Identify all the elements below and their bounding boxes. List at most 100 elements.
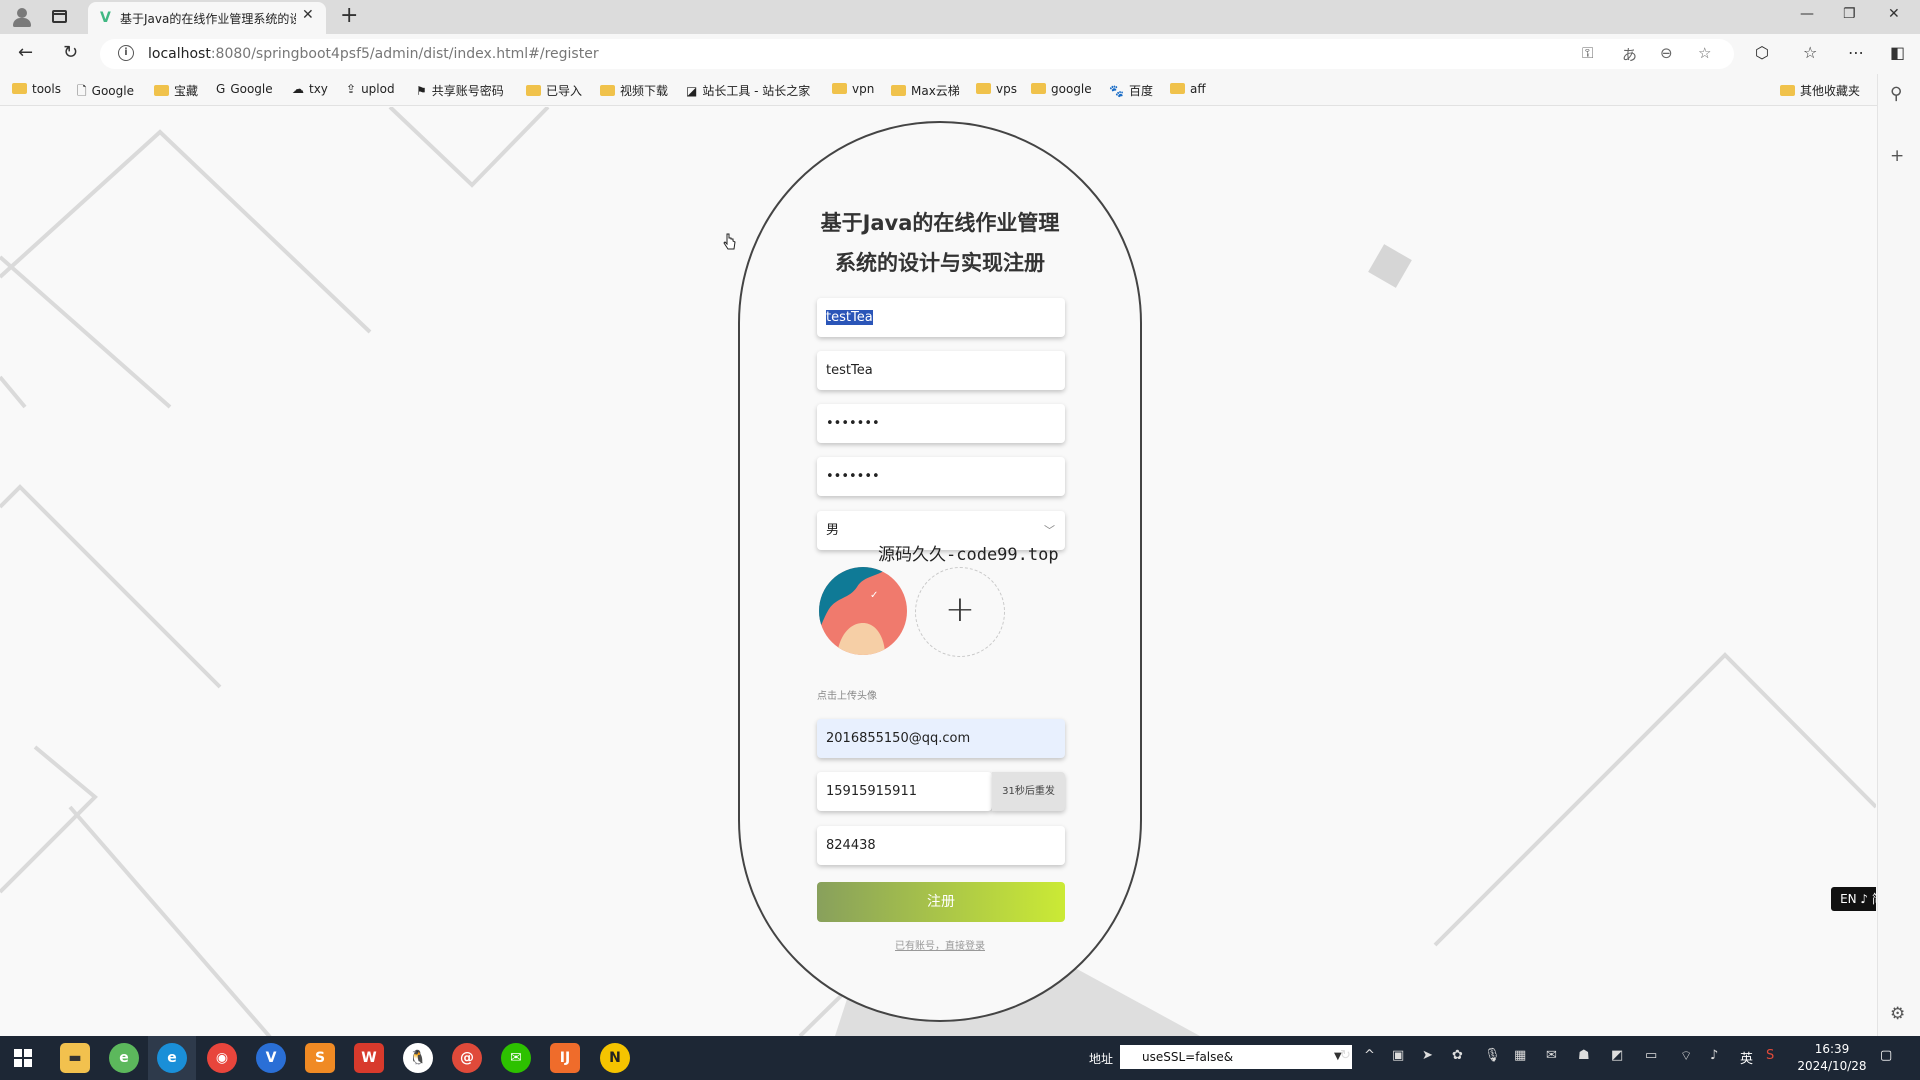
wps-icon[interactable]: W bbox=[354, 1043, 384, 1073]
password-key-icon[interactable]: ⚿ bbox=[1582, 44, 1593, 62]
snail-app-icon[interactable]: @ bbox=[452, 1043, 482, 1073]
vscode-like-icon[interactable]: V bbox=[256, 1043, 286, 1073]
sidebar-toggle-icon[interactable]: ◧ bbox=[1890, 43, 1905, 62]
battery-icon[interactable]: ▭ bbox=[1645, 1048, 1657, 1063]
page-title: 基于Java的在线作业管理 系统的设计与实现注册 bbox=[820, 211, 1060, 275]
browser-tab-bar: V 基于Java的在线作业管理系统的设 ✕ + — ❐ ✕ bbox=[0, 0, 1920, 34]
file-explorer-icon[interactable]: ▬ bbox=[60, 1043, 90, 1073]
extensions-icon[interactable]: ⬡ bbox=[1755, 43, 1769, 62]
tray-telegram-icon[interactable]: ➤ bbox=[1422, 1048, 1433, 1063]
reload-icon[interactable]: ↻ bbox=[63, 42, 78, 63]
favorite-star-icon[interactable]: ☆ bbox=[1698, 44, 1711, 62]
window-close-icon[interactable]: ✕ bbox=[1888, 6, 1900, 22]
bookmark-item[interactable]: 🗋 Google bbox=[77, 82, 134, 103]
notification-icon[interactable]: ▢ bbox=[1880, 1048, 1892, 1063]
page-icon: 🗋 bbox=[77, 84, 87, 98]
bookmark-item[interactable]: vps bbox=[976, 82, 1017, 96]
confirm-password-input[interactable]: ••••••• bbox=[817, 457, 1065, 496]
bookmark-item[interactable]: 宝藏 bbox=[154, 82, 198, 99]
folder-icon bbox=[891, 85, 906, 96]
account-input[interactable]: testTea bbox=[817, 298, 1065, 337]
volume-icon[interactable]: ♪ bbox=[1710, 1048, 1718, 1063]
input-language[interactable]: 英 bbox=[1740, 1048, 1753, 1067]
tray-app-icon[interactable]: ☗ bbox=[1578, 1048, 1590, 1063]
read-aloud-icon[interactable]: あ bbox=[1622, 44, 1637, 65]
bookmark-item[interactable]: tools bbox=[12, 82, 61, 96]
intellij-icon[interactable]: IJ bbox=[550, 1043, 580, 1073]
back-icon[interactable]: ← bbox=[18, 42, 33, 63]
bookmark-item[interactable]: 视频下载 bbox=[600, 82, 668, 99]
minimize-icon[interactable]: — bbox=[1800, 6, 1814, 22]
bookmark-item[interactable]: 🐾 百度 bbox=[1109, 82, 1153, 99]
bookmark-item[interactable]: vpn bbox=[832, 82, 874, 96]
tab-title: 基于Java的在线作业管理系统的设 bbox=[120, 12, 296, 26]
plus-icon: + bbox=[944, 589, 976, 630]
mouse-cursor-icon bbox=[723, 233, 736, 250]
browser-tab-active[interactable]: V 基于Java的在线作业管理系统的设 ✕ bbox=[88, 2, 326, 34]
wechat-icon[interactable]: ✉ bbox=[501, 1043, 531, 1073]
bookmark-item[interactable]: G Google bbox=[216, 82, 273, 96]
tab-close-icon[interactable]: ✕ bbox=[302, 7, 314, 23]
bookmark-item[interactable]: google bbox=[1031, 82, 1092, 96]
edge-icon[interactable]: e bbox=[157, 1043, 187, 1073]
tray-app-icon[interactable]: ✿ bbox=[1452, 1048, 1463, 1063]
wifi-icon[interactable]: ⌔ bbox=[1680, 1048, 1692, 1064]
email-input[interactable]: 2016855150@qq.com bbox=[817, 719, 1065, 758]
app-green-icon[interactable]: e bbox=[109, 1043, 139, 1073]
sublime-icon[interactable]: S bbox=[305, 1043, 335, 1073]
verification-code-input[interactable]: 824438 bbox=[817, 826, 1065, 865]
login-link[interactable]: 已有账号，直接登录 bbox=[740, 937, 1140, 952]
tab-actions-icon[interactable] bbox=[52, 10, 67, 23]
search-icon[interactable]: ⚲ bbox=[1890, 84, 1902, 104]
tray-app-icon[interactable]: ▣ bbox=[1392, 1048, 1404, 1063]
other-bookmarks[interactable]: 其他收藏夹 bbox=[1780, 82, 1860, 99]
bookmark-item[interactable]: ⇪ uplod bbox=[346, 82, 395, 96]
avatar[interactable]: ✓ bbox=[819, 567, 907, 655]
favorites-icon[interactable]: ☆ bbox=[1803, 43, 1817, 62]
new-tab-icon[interactable]: + bbox=[340, 3, 358, 28]
address-bar[interactable]: i localhost:8080/springboot4psf5/admin/d… bbox=[100, 39, 1734, 69]
chrome-icon[interactable]: ◉ bbox=[207, 1043, 237, 1073]
bookmark-item[interactable]: Max云梯 bbox=[891, 82, 960, 99]
name-input[interactable]: testTea bbox=[817, 351, 1065, 390]
zoom-icon[interactable]: ⊖ bbox=[1660, 44, 1673, 62]
settings-gear-icon[interactable]: ⚙ bbox=[1890, 1004, 1905, 1024]
folder-icon bbox=[1170, 83, 1185, 94]
tray-expand-icon[interactable]: ^ bbox=[1364, 1048, 1375, 1063]
profile-icon[interactable] bbox=[12, 7, 32, 27]
bookmark-item[interactable]: ⚑ 共享账号密码 bbox=[416, 82, 504, 99]
windows-start-icon[interactable] bbox=[14, 1049, 32, 1067]
upload-avatar-button[interactable]: + bbox=[915, 567, 1005, 657]
qq-icon[interactable]: 🐧 bbox=[403, 1043, 433, 1073]
bookmark-item[interactable]: ☁ txy bbox=[292, 82, 328, 96]
restore-icon[interactable]: ❐ bbox=[1843, 6, 1856, 22]
taskbar-address-input[interactable]: useSSL=false& ▼ bbox=[1120, 1045, 1352, 1069]
bookmark-item[interactable]: ◪ 站长工具 - 站长之家 bbox=[686, 82, 810, 99]
more-menu-icon[interactable]: ⋯ bbox=[1848, 43, 1864, 62]
folder-icon bbox=[832, 83, 847, 94]
taskbar-clock[interactable]: 16:39 2024/10/28 bbox=[1792, 1041, 1872, 1075]
refresh-icon[interactable]: ↻ bbox=[1340, 1048, 1351, 1063]
register-card: 基于Java的在线作业管理 系统的设计与实现注册 testTea testTea… bbox=[738, 121, 1142, 1022]
bookmark-item[interactable]: aff bbox=[1170, 82, 1206, 96]
register-page: 基于Java的在线作业管理 系统的设计与实现注册 testTea testTea… bbox=[0, 107, 1876, 1036]
cloud-icon: ☁ bbox=[292, 82, 304, 96]
microphone-icon[interactable]: 🎙 bbox=[1484, 1048, 1501, 1063]
browser-toolbar: ← ↻ i localhost:8080/springboot4psf5/adm… bbox=[0, 34, 1920, 74]
tray-app-icon[interactable]: ▦ bbox=[1514, 1048, 1526, 1063]
password-input[interactable]: ••••••• bbox=[817, 404, 1065, 443]
bookmark-item[interactable]: 已导入 bbox=[526, 82, 582, 99]
tray-wechat-icon[interactable]: ✉ bbox=[1546, 1048, 1557, 1063]
tray-app-icon[interactable]: ◩ bbox=[1611, 1048, 1623, 1063]
bookmarks-bar: tools 🗋 Google 宝藏 G Google ☁ txy ⇪ uplod ⚑ 共享… bbox=[0, 74, 1920, 106]
address-toolbar-label: 地址 bbox=[1089, 1052, 1114, 1066]
phone-input[interactable]: 15915915911 bbox=[817, 772, 992, 811]
site-info-icon[interactable]: i bbox=[118, 45, 134, 61]
register-button[interactable]: 注册 bbox=[817, 882, 1065, 922]
folder-icon bbox=[526, 85, 541, 96]
sogou-ime-icon[interactable]: S bbox=[1766, 1048, 1774, 1063]
add-icon[interactable]: + bbox=[1890, 146, 1904, 166]
navicat-icon[interactable]: N bbox=[600, 1043, 630, 1073]
resend-code-button[interactable]: 31秒后重发 bbox=[992, 772, 1065, 811]
ime-indicator[interactable]: EN ♪ 简 bbox=[1831, 887, 1876, 911]
